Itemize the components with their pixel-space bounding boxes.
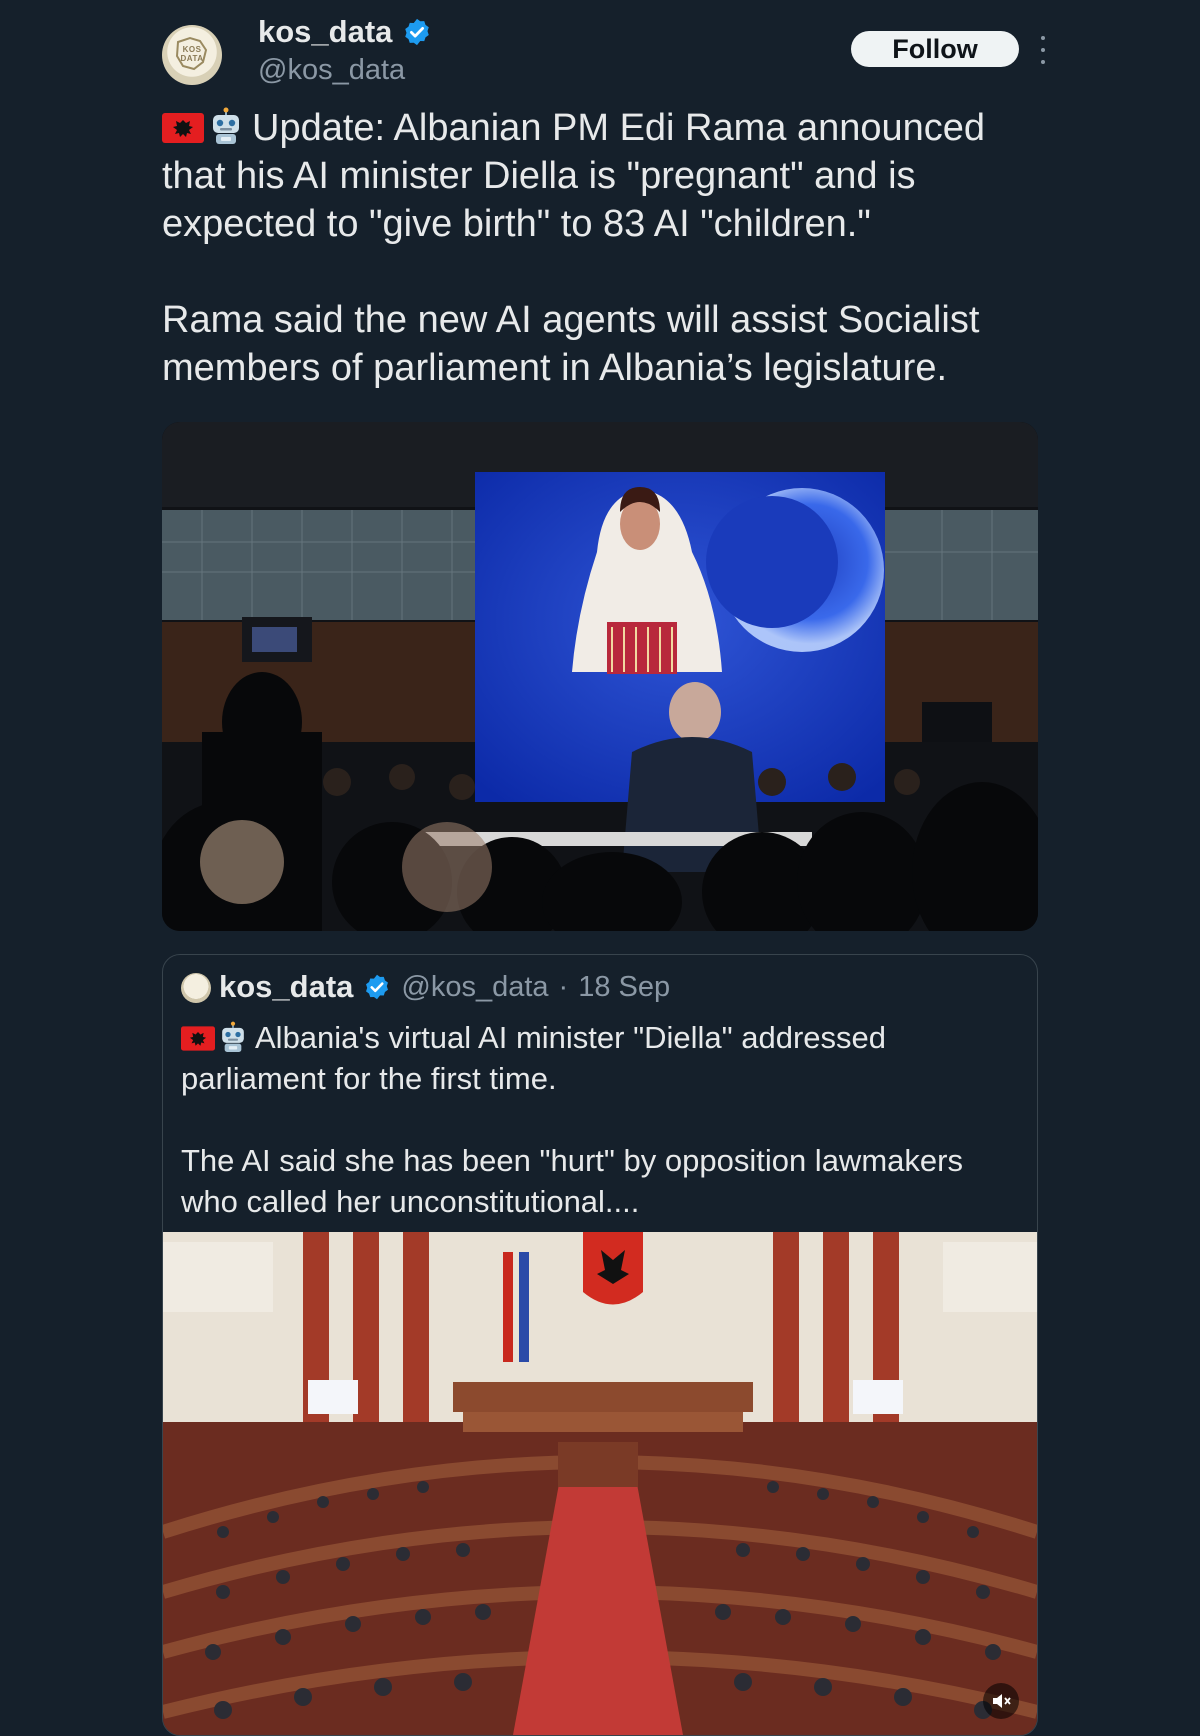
- verified-badge-icon: [366, 974, 389, 1000]
- quoted-author-handle[interactable]: @kos_data: [401, 971, 548, 1004]
- verified-badge-icon: [405, 18, 430, 46]
- author-name-row[interactable]: kos_data: [258, 14, 432, 50]
- video-parliament-chamber: [163, 1232, 1037, 1735]
- quoted-paragraph-1-text: Albania's virtual AI minister "Diella" a…: [181, 1020, 886, 1096]
- quoted-paragraph-1: Albania's virtual AI minister "Diella" a…: [181, 1017, 1011, 1099]
- tweet-paragraph-2: Rama said the new AI agents will assist …: [162, 299, 980, 389]
- quoted-tweet-text: Albania's virtual AI minister "Diella" a…: [181, 1017, 1011, 1222]
- photo-ai-minister-screen: [162, 422, 1038, 931]
- robot-icon: [213, 107, 239, 144]
- quoted-author-avatar[interactable]: [181, 973, 211, 1003]
- author-handle[interactable]: @kos_data: [258, 54, 405, 87]
- tweet-paragraph-1-text: Update: Albanian PM Edi Rama announced t…: [162, 107, 986, 245]
- svg-text:KOS: KOS: [183, 45, 202, 54]
- quoted-video[interactable]: [163, 1232, 1037, 1735]
- tweet-photo[interactable]: [162, 422, 1038, 931]
- more-options-icon[interactable]: [1037, 36, 1049, 64]
- tweet[interactable]: KOS DATA kos_data @kos_data Follow Updat…: [0, 0, 1200, 1736]
- svg-text:DATA: DATA: [180, 54, 203, 63]
- albania-flag-icon: [162, 113, 204, 143]
- author-display-name[interactable]: kos_data: [258, 14, 392, 50]
- quoted-tweet-header: kos_data @kos_data · 18 Sep: [219, 969, 670, 1005]
- tweet-text: Update: Albanian PM Edi Rama announced t…: [162, 104, 1042, 392]
- robot-icon: [222, 1021, 244, 1052]
- follow-button[interactable]: Follow: [851, 31, 1019, 67]
- quoted-author-name[interactable]: kos_data: [219, 969, 353, 1005]
- quoted-timestamp[interactable]: 18 Sep: [578, 971, 670, 1004]
- kos-data-logo-icon: KOS DATA: [170, 32, 214, 79]
- albania-flag-icon: [181, 1026, 215, 1051]
- author-avatar[interactable]: KOS DATA: [162, 25, 222, 85]
- separator-dot: ·: [558, 970, 569, 1003]
- tweet-paragraph-1: Update: Albanian PM Edi Rama announced t…: [162, 104, 1042, 248]
- quoted-paragraph-2: The AI said she has been "hurt" by oppos…: [181, 1143, 963, 1219]
- quoted-tweet[interactable]: kos_data @kos_data · 18 Sep Albania's vi…: [162, 954, 1038, 1736]
- mute-toggle-icon[interactable]: [983, 1683, 1019, 1719]
